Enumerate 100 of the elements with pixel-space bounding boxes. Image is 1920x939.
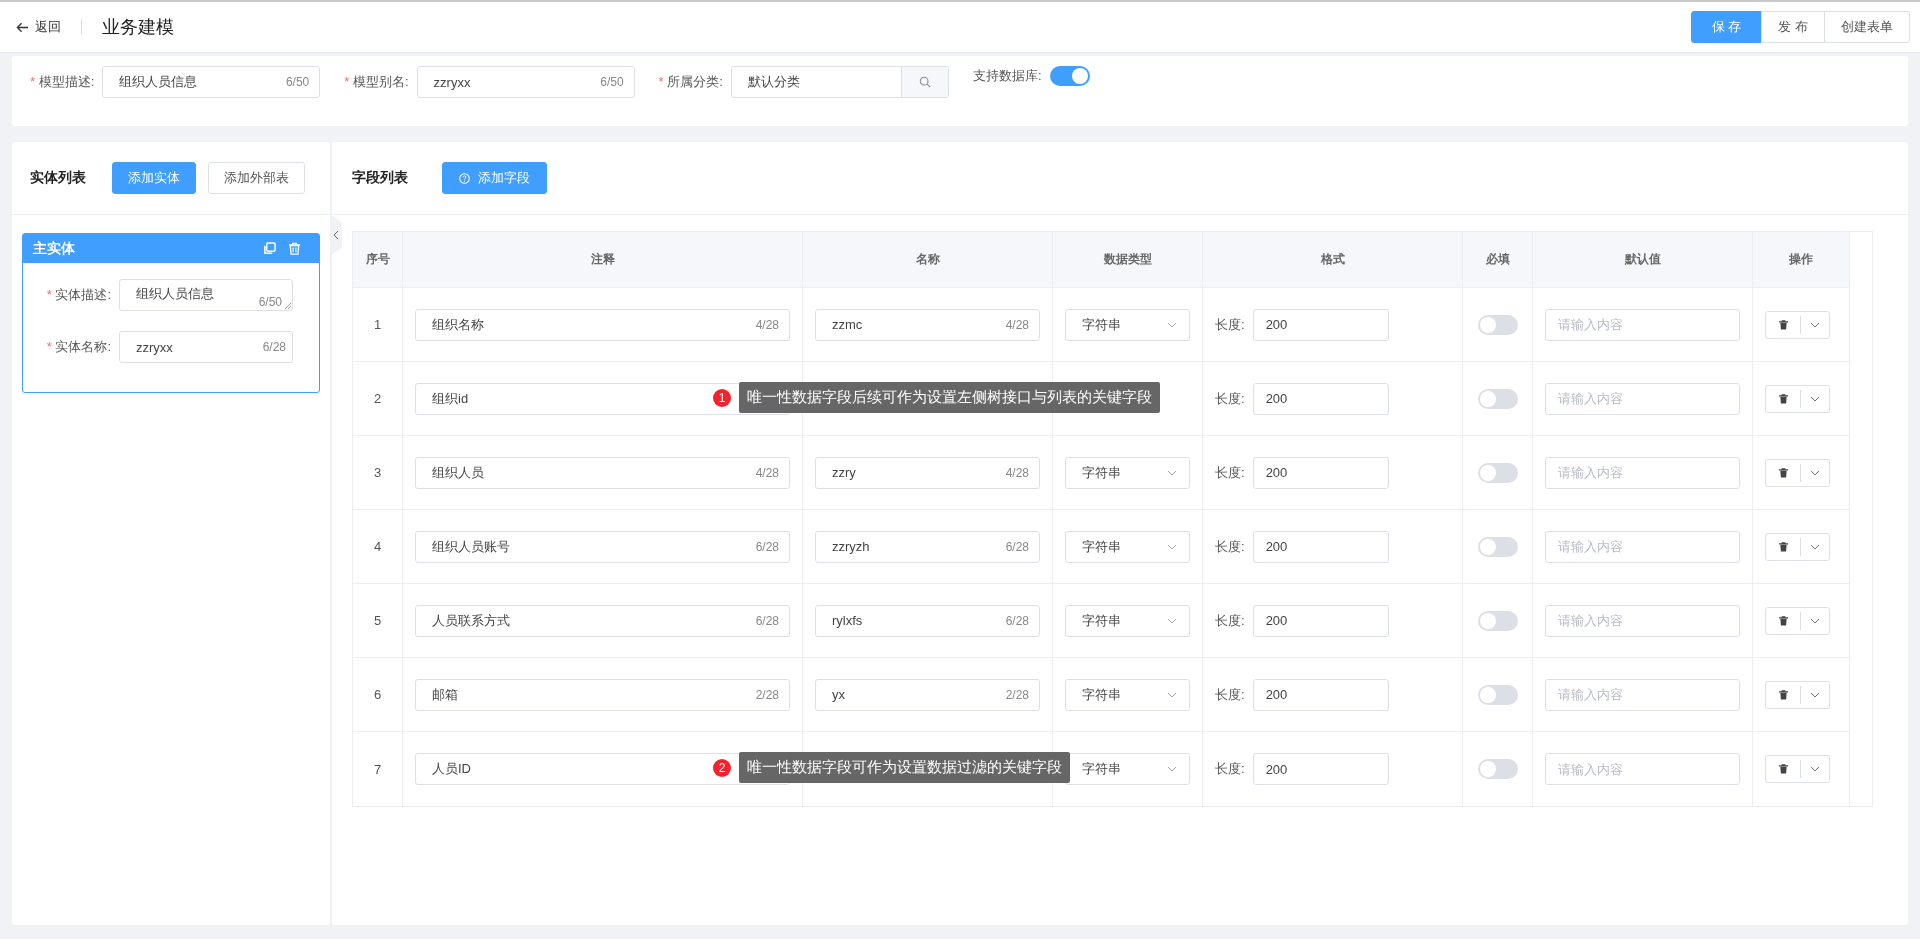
text-field[interactable]: zzryxx 6/28	[119, 331, 293, 363]
column-header: 数据类型	[1053, 232, 1203, 287]
length-label: 长度:	[1215, 760, 1245, 778]
field-label: * 模型别名:	[344, 73, 409, 91]
chevron-down-icon	[1810, 691, 1820, 698]
toggle-switch[interactable]	[1049, 66, 1090, 86]
type-select[interactable]: 字符串	[1065, 456, 1190, 489]
chevron-down-icon	[1810, 617, 1820, 624]
row-number: 4	[353, 510, 403, 583]
panel-title: 实体列表	[30, 169, 86, 187]
column-header: 操作	[1788, 251, 1814, 268]
field-label: * 实体名称:	[45, 338, 111, 356]
length-label: 长度:	[1215, 685, 1245, 704]
name-field[interactable]: yx 2/28	[815, 678, 1040, 711]
default-value-field[interactable]: 请输入内容	[1545, 530, 1740, 563]
length-field[interactable]: 200	[1252, 678, 1389, 711]
chevron-down-icon	[1810, 543, 1820, 550]
length-field[interactable]: 200	[1252, 604, 1389, 637]
length-label: 长度:	[1215, 315, 1245, 334]
copy-icon[interactable]	[263, 242, 276, 255]
length-label: 长度:	[1215, 537, 1245, 556]
chevron-left-icon	[333, 230, 339, 240]
comment-field[interactable]: 组织人员账号 6/28	[415, 530, 790, 563]
header-button[interactable]: 发 布	[1761, 11, 1825, 43]
required-toggle[interactable]	[1477, 462, 1518, 483]
textarea-field[interactable]: 组织人员信息 6/50	[119, 279, 293, 311]
chevron-down-icon	[1167, 469, 1177, 476]
tooltip: 唯一性数据字段可作为设置数据过滤的关键字段	[739, 752, 1070, 783]
tooltip: 唯一性数据字段后续可作为设置左侧树接口与列表的关键字段	[739, 382, 1160, 413]
comment-field[interactable]: 组织人员 4/28	[415, 456, 790, 489]
chevron-down-icon	[1167, 691, 1177, 698]
chevron-down-icon	[1810, 395, 1820, 402]
column-header: 序号	[353, 232, 403, 287]
length-field[interactable]: 200	[1252, 530, 1389, 563]
default-value-field[interactable]: 请输入内容	[1545, 678, 1740, 711]
chevron-down-icon	[1167, 321, 1177, 328]
collapse-handle[interactable]	[330, 214, 342, 256]
required-toggle[interactable]	[1477, 684, 1518, 705]
text-field[interactable]: 组织人员信息 6/50	[102, 66, 321, 98]
default-value-field[interactable]: 请输入内容	[1545, 604, 1740, 637]
comment-field[interactable]: 邮箱 2/28	[415, 678, 790, 711]
name-field[interactable]: zzmc 4/28	[815, 308, 1040, 341]
trash-icon[interactable]	[288, 242, 301, 255]
entity-title: 主实体	[33, 239, 75, 258]
chevron-down-icon	[1810, 469, 1820, 476]
length-field[interactable]: 200	[1252, 308, 1389, 341]
chevron-down-icon	[1167, 617, 1177, 624]
chevron-down-icon	[1810, 321, 1820, 328]
comment-field[interactable]: 组织名称 4/28	[415, 308, 790, 341]
required-toggle[interactable]	[1477, 314, 1518, 335]
type-select[interactable]: 字符串	[1065, 678, 1190, 711]
length-label: 长度:	[1215, 389, 1245, 408]
length-field[interactable]: 200	[1252, 753, 1389, 785]
trash-icon	[1778, 467, 1788, 478]
column-header: 名称	[803, 232, 1053, 287]
row-number: 3	[353, 436, 403, 509]
name-field[interactable]: zzryzh 6/28	[815, 530, 1040, 563]
type-select[interactable]: 字符串	[1065, 753, 1190, 785]
trash-icon	[1778, 319, 1788, 330]
back-link[interactable]: 返回	[16, 18, 61, 36]
row-number: 1	[353, 288, 403, 361]
chevron-down-icon	[1167, 766, 1177, 772]
text-field[interactable]: zzryxx 6/50	[416, 66, 635, 98]
header-button[interactable]: 创建表单	[1824, 11, 1910, 43]
default-value-field[interactable]: 请输入内容	[1545, 456, 1740, 489]
trash-icon	[1778, 615, 1788, 626]
required-toggle[interactable]	[1477, 536, 1518, 557]
length-field[interactable]: 200	[1252, 456, 1389, 489]
length-label: 长度:	[1215, 463, 1245, 482]
resize-grip-icon	[285, 303, 291, 309]
trash-icon	[1778, 393, 1788, 404]
category-field[interactable]: 默认分类	[730, 66, 949, 98]
length-field[interactable]: 200	[1252, 382, 1389, 415]
type-select[interactable]: 字符串	[1065, 308, 1190, 341]
row-number: 6	[353, 658, 403, 731]
required-toggle[interactable]	[1477, 388, 1518, 409]
default-value-field[interactable]: 请输入内容	[1545, 753, 1740, 785]
column-header: 默认值	[1533, 232, 1753, 287]
trash-icon	[1778, 541, 1788, 552]
type-select[interactable]: 字符串	[1065, 530, 1190, 563]
chevron-down-icon	[1167, 543, 1177, 550]
chevron-down-icon	[1810, 766, 1820, 772]
row-number: 7	[353, 732, 403, 806]
field-label: * 模型描述:	[30, 73, 95, 91]
name-field[interactable]: rylxfs 6/28	[815, 604, 1040, 637]
default-value-field[interactable]: 请输入内容	[1545, 382, 1740, 415]
comment-field[interactable]: 人员联系方式 6/28	[415, 604, 790, 637]
add-table-button[interactable]: 添加外部表	[208, 162, 305, 194]
type-select[interactable]: 字符串	[1065, 604, 1190, 637]
row-number: 5	[353, 584, 403, 657]
trash-icon	[1778, 764, 1788, 774]
default-value-field[interactable]: 请输入内容	[1545, 308, 1740, 341]
field-label: 支持数据库:	[972, 67, 1042, 85]
column-header: 注释	[403, 232, 803, 287]
name-field[interactable]: zzry 4/28	[815, 456, 1040, 489]
trash-icon	[1778, 689, 1788, 700]
required-toggle[interactable]	[1477, 759, 1518, 779]
panel-title: 字段列表	[352, 169, 408, 187]
page-title: 业务建模	[102, 16, 174, 39]
required-toggle[interactable]	[1477, 610, 1518, 631]
